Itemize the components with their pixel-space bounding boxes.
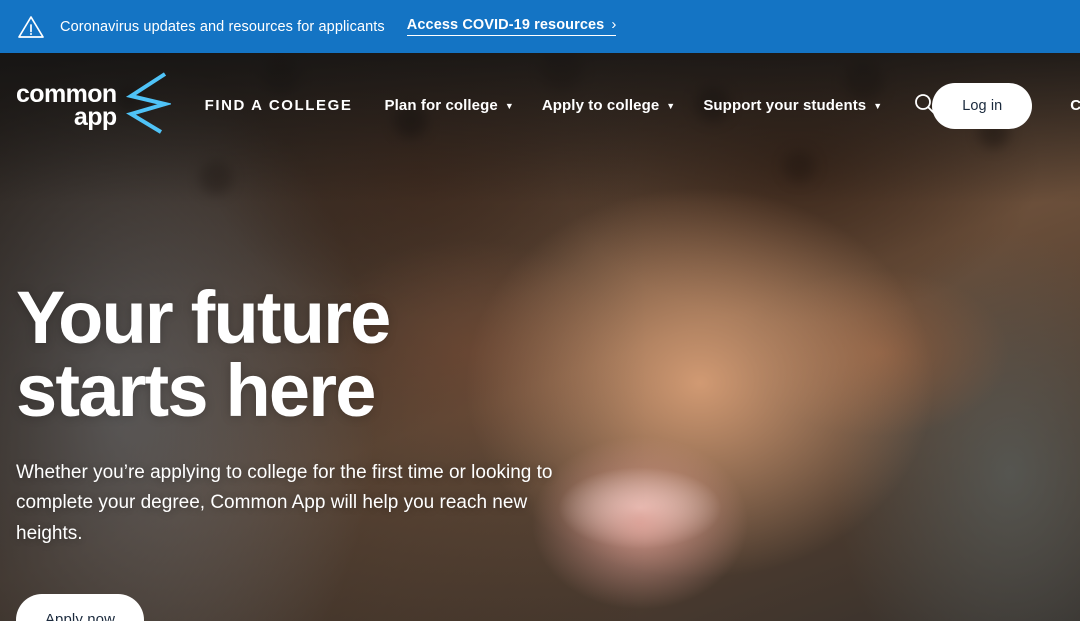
nav-item-find-a-college[interactable]: FIND A COLLEGE (205, 97, 353, 114)
nav-item-find-a-college-label: FIND A COLLEGE (204, 97, 353, 114)
login-button[interactable]: Log in (932, 82, 1033, 129)
chevron-down-icon: ▼ (504, 101, 514, 111)
chevron-right-icon: › (611, 15, 617, 33)
covid-resources-link[interactable]: Access COVID-19 resources › (406, 15, 617, 36)
apply-now-button[interactable]: Apply now (16, 593, 144, 621)
chevron-down-icon: ▼ (666, 101, 676, 111)
hero-copy: Your future starts here Whether you’re a… (16, 281, 556, 621)
create-account-link[interactable]: Create an Account (1070, 97, 1080, 114)
nav-item-support-your-students-label: Support your students (703, 97, 867, 114)
hero-title-line2: starts here (16, 349, 376, 433)
nav-item-apply-to-college-label: Apply to college (541, 97, 660, 114)
nav-item-plan-for-college-label: Plan for college (384, 97, 498, 114)
logo-word-line2: app (73, 102, 117, 131)
logo-wordmark: common app (16, 81, 117, 131)
hero-section: common app FIND A COLLEGE Plan for colle… (0, 53, 1080, 621)
hero-title-line1: Your future (16, 276, 391, 359)
nav-actions: Log in Create an Account (910, 82, 1080, 129)
page-title: Your future starts here (16, 281, 556, 428)
commonapp-logo[interactable]: common app (16, 70, 173, 141)
main-navigation: common app FIND A COLLEGE Plan for colle… (0, 53, 1080, 158)
covid-alert-message: Coronavirus updates and resources for ap… (60, 18, 385, 35)
hero-subtitle: Whether you’re applying to college for t… (16, 461, 553, 545)
chevron-down-icon: ▼ (873, 101, 883, 111)
commonapp-ribbon-icon (121, 70, 173, 141)
warning-triangle-icon (16, 12, 46, 42)
covid-resources-link-label: Access COVID-19 resources (406, 17, 605, 33)
covid-alert-banner: Coronavirus updates and resources for ap… (0, 0, 1080, 53)
nav-item-plan-for-college[interactable]: Plan for college ▼ (385, 97, 514, 114)
nav-links: FIND A COLLEGE Plan for college ▼ Apply … (205, 97, 911, 114)
nav-item-apply-to-college[interactable]: Apply to college ▼ (542, 97, 675, 114)
nav-item-support-your-students[interactable]: Support your students ▼ (703, 97, 882, 114)
